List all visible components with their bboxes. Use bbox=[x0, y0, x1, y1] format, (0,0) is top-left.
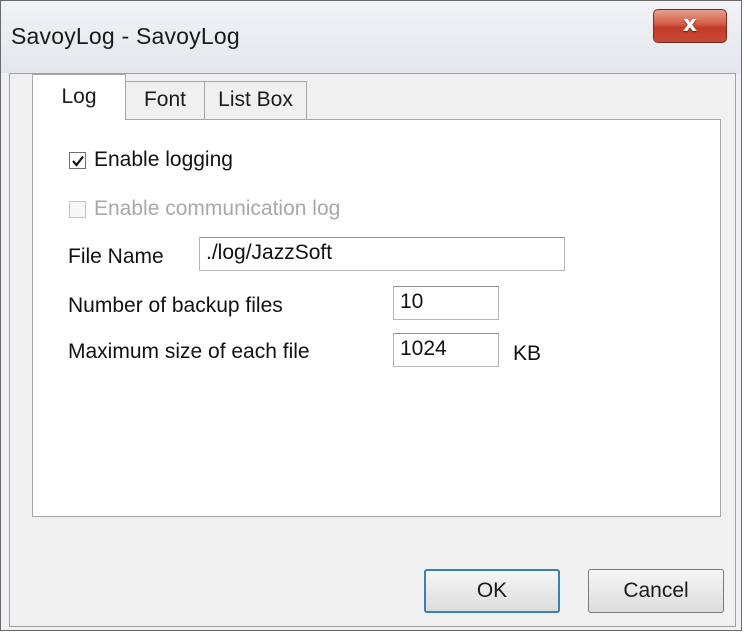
close-button[interactable]: x bbox=[653, 9, 727, 43]
max-size-label: Maximum size of each file bbox=[68, 340, 310, 363]
ok-button[interactable]: OK bbox=[424, 569, 560, 613]
enable-logging-checkbox[interactable] bbox=[69, 152, 86, 169]
backup-files-label: Number of backup files bbox=[68, 294, 283, 317]
enable-comm-log-label: Enable communication log bbox=[94, 197, 341, 220]
dialog-client-area: Log Font List Box Enable logging Enable … bbox=[9, 73, 736, 627]
backup-files-input[interactable]: 10 bbox=[393, 286, 499, 320]
cancel-button[interactable]: Cancel bbox=[588, 569, 724, 613]
enable-logging-label: Enable logging bbox=[94, 148, 233, 171]
log-tab-panel: Enable logging Enable communication log … bbox=[32, 119, 721, 517]
file-name-label: File Name bbox=[68, 245, 164, 268]
max-size-input[interactable]: 1024 bbox=[393, 333, 499, 367]
tab-log[interactable]: Log bbox=[32, 74, 126, 120]
tab-list-box[interactable]: List Box bbox=[204, 81, 307, 119]
title-bar[interactable]: SavoyLog - SavoyLog x bbox=[1, 1, 741, 73]
enable-comm-log-checkbox bbox=[69, 201, 86, 218]
max-size-unit-label: KB bbox=[513, 342, 542, 365]
dialog-window: SavoyLog - SavoyLog x Log Font List Box … bbox=[0, 0, 742, 631]
tab-font[interactable]: Font bbox=[125, 81, 205, 119]
close-icon: x bbox=[682, 12, 698, 37]
window-title: SavoyLog - SavoyLog bbox=[11, 23, 240, 49]
checkmark-icon bbox=[72, 155, 84, 167]
file-name-input[interactable]: ./log/JazzSoft bbox=[199, 237, 565, 271]
